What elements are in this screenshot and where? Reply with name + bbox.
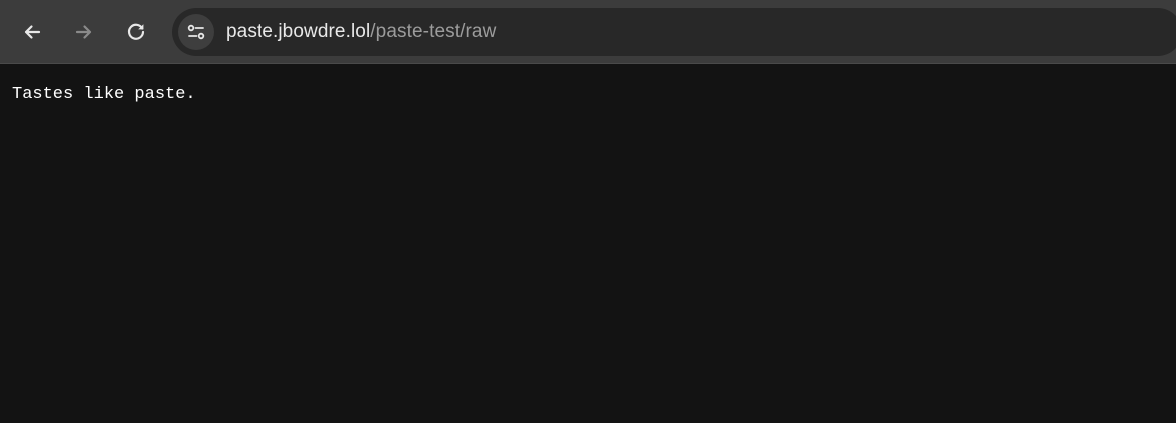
raw-paste-text: Tastes like paste. (12, 85, 196, 104)
arrow-right-icon (75, 25, 92, 39)
browser-toolbar: paste.jbowdre.lol/paste-test/raw (0, 0, 1176, 64)
reload-button[interactable] (116, 12, 156, 52)
url-host: paste.jbowdre.lol (226, 21, 371, 42)
site-info-button[interactable] (178, 14, 214, 50)
arrow-left-icon (24, 25, 41, 39)
page-content: Tastes like paste. (0, 64, 1176, 106)
url-text[interactable]: paste.jbowdre.lol/paste-test/raw (226, 21, 496, 43)
address-bar[interactable]: paste.jbowdre.lol/paste-test/raw (172, 8, 1176, 56)
reload-icon (127, 23, 145, 40)
url-path: /paste-test/raw (370, 21, 497, 42)
tune-icon (187, 24, 205, 40)
back-button[interactable] (12, 12, 52, 52)
forward-button[interactable] (64, 12, 104, 52)
